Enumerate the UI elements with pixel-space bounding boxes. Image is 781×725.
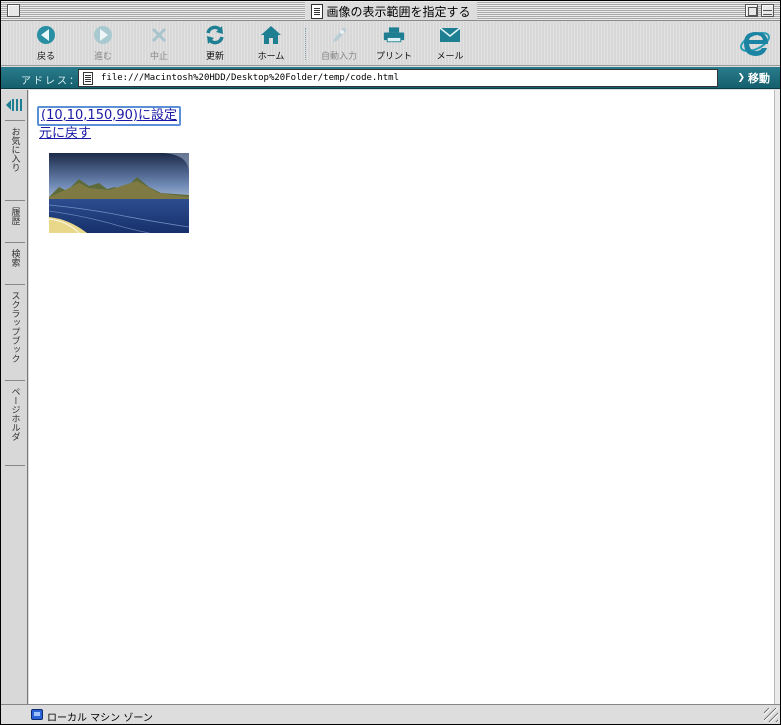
- address-input[interactable]: file:///Macintosh%20HDD/Desktop%20Folder…: [78, 69, 718, 87]
- address-url: file:///Macintosh%20HDD/Desktop%20Folder…: [101, 73, 400, 83]
- address-bar: アドレス： file:///Macintosh%20HDD/Desktop%20…: [1, 67, 780, 89]
- close-box[interactable]: [7, 4, 20, 17]
- autofill-button[interactable]: 自動入力: [314, 24, 364, 64]
- sidebar-toggle-button[interactable]: [5, 97, 25, 113]
- sidebar-tab-label: 検索: [9, 249, 20, 267]
- printer-icon: [383, 24, 405, 46]
- stop-button[interactable]: 中止: [134, 24, 184, 64]
- forward-button[interactable]: 進む: [78, 24, 128, 64]
- explorer-sidebar: お気に入り 履歴 検索 スクラップブック ページホルダ: [1, 90, 28, 704]
- resize-grip-icon[interactable]: [764, 708, 778, 722]
- page-document-icon: [83, 71, 93, 85]
- refresh-icon: [204, 24, 226, 46]
- autofill-label: 自動入力: [320, 52, 357, 62]
- go-button[interactable]: ❯ 移動: [737, 70, 770, 86]
- mail-icon: [439, 24, 461, 46]
- print-button[interactable]: プリント: [369, 24, 419, 64]
- forward-label: 進む: [93, 52, 112, 62]
- sidebar-tab-history[interactable]: 履歴: [5, 200, 25, 242]
- autofill-pen-icon: [328, 24, 350, 46]
- zone-status-text: ローカル マシン ゾーン: [47, 713, 153, 724]
- collapse-box[interactable]: [761, 4, 774, 17]
- back-arrow-icon: [35, 24, 57, 46]
- sidebar-tab-scrapbook[interactable]: スクラップブック: [5, 284, 25, 380]
- back-button[interactable]: 戻る: [21, 24, 71, 64]
- sidebar-tab-label: 履歴: [9, 207, 20, 225]
- sidebar-tab-search[interactable]: 検索: [5, 242, 25, 284]
- reset-clip-link[interactable]: 元に戻す: [39, 126, 91, 142]
- sidebar-toggle-icon: [6, 99, 22, 111]
- document-icon: [310, 3, 323, 19]
- mail-label: メール: [436, 52, 464, 62]
- page-content: (10,10,150,90)に設定 元に戻す: [29, 90, 774, 704]
- landscape-image: [49, 153, 189, 233]
- window-title: 画像の表示範囲を指定する: [326, 4, 471, 19]
- stop-x-icon: [148, 24, 170, 46]
- address-label: アドレス：: [21, 76, 81, 87]
- home-button[interactable]: ホーム: [246, 24, 296, 64]
- zoom-box[interactable]: [745, 4, 758, 17]
- back-label: 戻る: [36, 52, 55, 62]
- go-arrow-icon: ❯: [737, 73, 745, 83]
- sidebar-tab-page-holder[interactable]: ページホルダ: [5, 380, 25, 466]
- title-bar[interactable]: 画像の表示範囲を指定する: [1, 1, 780, 21]
- home-label: ホーム: [257, 52, 285, 62]
- sidebar-tab-label: ページホルダ: [9, 387, 20, 441]
- forward-arrow-icon: [92, 24, 114, 46]
- sidebar-tab-favorites[interactable]: お気に入り: [5, 120, 25, 200]
- toolbar-separator: [305, 28, 306, 60]
- refresh-label: 更新: [205, 52, 224, 62]
- stop-label: 中止: [149, 52, 168, 62]
- status-bar: ローカル マシン ゾーン: [1, 704, 780, 724]
- window-title-wrap: 画像の表示範囲を指定する: [304, 2, 477, 20]
- print-label: プリント: [375, 52, 412, 62]
- sidebar-tab-label: お気に入り: [9, 127, 20, 172]
- set-clip-link[interactable]: (10,10,150,90)に設定: [37, 106, 181, 126]
- content-right-edge: [774, 90, 780, 704]
- go-label: 移動: [748, 72, 770, 85]
- local-zone-icon: [31, 709, 43, 720]
- home-icon: [260, 24, 282, 46]
- toolbar: 戻る 進む 中止 更新 ホーム 自動入力 プリント メール: [1, 22, 780, 66]
- internet-explorer-logo-icon: [738, 24, 772, 58]
- sidebar-tab-label: スクラップブック: [9, 291, 20, 363]
- browser-window: 画像の表示範囲を指定する 戻る 進む 中止 更新 ホーム 自動入力 プリント メ…: [0, 0, 781, 725]
- mail-button[interactable]: メール: [425, 24, 475, 64]
- refresh-button[interactable]: 更新: [190, 24, 240, 64]
